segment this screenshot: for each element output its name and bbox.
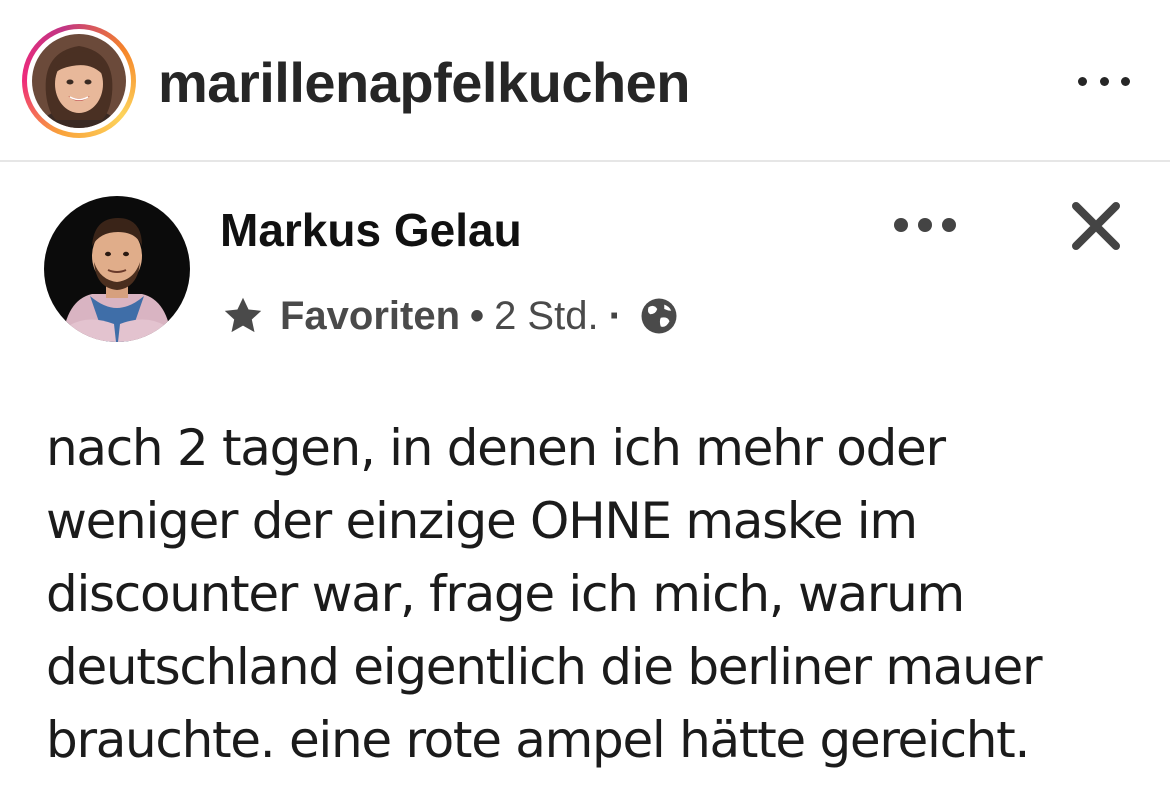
more-horizontal-icon[interactable] <box>1078 70 1130 92</box>
more-dot <box>1099 76 1109 86</box>
globe-icon[interactable] <box>638 295 680 337</box>
avatar-portrait <box>32 34 126 128</box>
post-text: nach 2 tagen, in denen ich mehr oder wen… <box>46 412 1156 777</box>
more-horizontal-icon[interactable] <box>894 216 956 234</box>
story-ring[interactable] <box>22 24 136 138</box>
post-text-line: weniger der einzige OHNE maske im <box>46 492 918 550</box>
post-text-line: discounter war, frage ich mich, warum <box>46 565 965 623</box>
author-portrait <box>44 196 190 342</box>
page: marillenapfelkuchen Markus Gelau Favorit… <box>0 0 1170 802</box>
more-dot <box>894 218 908 232</box>
post-time[interactable]: 2 Std. <box>494 294 599 339</box>
post-meta: Favoriten • 2 Std. · <box>220 288 680 344</box>
audience-label: Favoriten <box>280 293 461 338</box>
post-text-line: deutschland eigentlich die berliner maue… <box>46 638 1043 696</box>
meta-separator: • <box>470 293 485 338</box>
instagram-username[interactable]: marillenapfelkuchen <box>158 48 691 118</box>
post-text-line: nach 2 tagen, in denen ich mehr oder <box>46 419 946 477</box>
star-icon <box>224 297 262 333</box>
author-avatar[interactable] <box>44 196 190 342</box>
post-author-name[interactable]: Markus Gelau <box>220 198 522 262</box>
instagram-post-header: marillenapfelkuchen <box>0 0 1170 162</box>
post-text-line: brauchte. eine rote ampel hätte gereicht… <box>46 711 1030 769</box>
profile-avatar[interactable] <box>32 34 126 128</box>
more-dot <box>1078 76 1087 86</box>
more-dot <box>1121 76 1130 86</box>
more-dot <box>918 218 932 232</box>
close-icon[interactable] <box>1066 196 1126 256</box>
more-dot <box>942 218 956 232</box>
meta-separator-2: · <box>608 293 622 338</box>
